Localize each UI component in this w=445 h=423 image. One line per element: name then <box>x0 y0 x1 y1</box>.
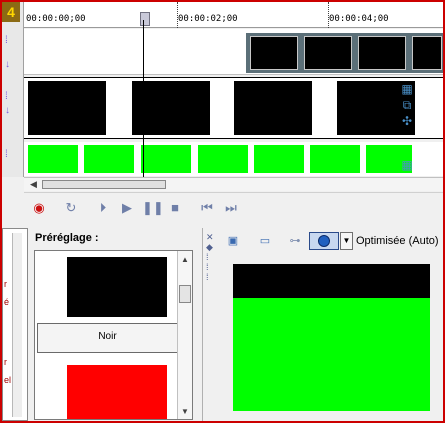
playhead-handle[interactable] <box>140 12 150 26</box>
playhead-line <box>143 20 144 190</box>
clip-frame <box>304 36 352 70</box>
track-expand-icon[interactable]: ⁞ <box>5 92 15 102</box>
crop-icon[interactable]: ⧉ <box>399 98 415 112</box>
scrollbar-thumb[interactable] <box>179 285 191 303</box>
truncated-text: r <box>4 279 7 289</box>
preset-list[interactable]: Noir ▲ ▼ <box>34 250 193 420</box>
track-number-badge: 4 <box>2 2 20 22</box>
clip-frame[interactable] <box>28 145 78 173</box>
preset-pane: Préréglage : Noir ▲ ▼ <box>31 228 198 421</box>
overlay-track[interactable] <box>24 29 443 75</box>
preview-settings-icon[interactable]: ▣ <box>225 233 241 249</box>
clip-frame[interactable] <box>28 81 106 135</box>
left-collapsed-pane: r é r el <box>2 228 28 421</box>
color-track[interactable]: ▦ <box>24 142 443 176</box>
ruler-label: 00:00:00;00 <box>26 14 86 24</box>
track-expand-icon[interactable]: ⁞ <box>5 150 15 160</box>
clip-frame[interactable] <box>254 145 304 173</box>
next-frame-icon[interactable]: ⏭ <box>222 199 240 217</box>
preset-label: Noir <box>37 323 178 353</box>
clip-frame[interactable] <box>141 145 191 173</box>
track-expand-icon[interactable]: ⁞ <box>5 36 15 46</box>
track-header-column: 4 ⁞ ↓ ⁞ ↓ ⁞ <box>2 2 24 177</box>
ruler-tick <box>328 2 329 28</box>
clip-frame[interactable] <box>234 81 312 135</box>
stop-icon[interactable]: ■ <box>166 199 184 217</box>
play-icon[interactable]: ▶ <box>118 199 136 217</box>
pause-icon[interactable]: ❚❚ <box>142 199 164 217</box>
truncated-text: el <box>4 375 12 385</box>
pan-icon[interactable]: ✣ <box>399 114 415 128</box>
ruler-tick <box>177 2 178 28</box>
overlay-clip[interactable] <box>246 33 443 73</box>
timeline-panel: 4 ⁞ ↓ ⁞ ↓ ⁞ 00:00:00;00 00:00:02;00 00:0… <box>2 2 443 224</box>
clip-frame <box>412 36 442 70</box>
track-arrow-icon[interactable]: ↓ <box>5 60 15 70</box>
preset-thumbnail[interactable] <box>67 257 167 317</box>
preview-screen <box>233 264 430 411</box>
scroll-up-icon[interactable]: ▲ <box>181 255 189 264</box>
preview-quality-button[interactable] <box>309 232 339 250</box>
timeline-scrollbar[interactable]: ◀ <box>24 177 443 191</box>
chevron-down-icon[interactable]: ▼ <box>340 232 353 250</box>
ruler-label: 00:00:02;00 <box>178 14 238 24</box>
preview-toolbar: ✕ ◆ ⁞ ⁞ ⁞ ▣ ▭ ⊶ ▼ Optimisée (Auto) <box>203 228 443 282</box>
scroll-down-icon[interactable]: ▼ <box>181 407 189 416</box>
clip-frame <box>358 36 406 70</box>
video-track[interactable]: ▦ ⧉ ✣ <box>24 77 443 139</box>
film-strip-icon[interactable]: ▦ <box>399 158 415 172</box>
preset-title: Préréglage : <box>35 232 99 244</box>
split-screen-icon[interactable]: ⊶ <box>287 233 303 249</box>
clip-frame[interactable] <box>84 145 134 173</box>
previous-frame-icon[interactable]: ⏮ <box>198 199 216 217</box>
truncated-text: é <box>4 297 10 307</box>
time-ruler[interactable]: 00:00:00;00 00:00:02;00 00:00:04;00 <box>24 2 443 28</box>
scroll-left-icon[interactable]: ◀ <box>30 179 37 190</box>
preset-thumbnail[interactable] <box>67 365 167 419</box>
film-strip-icon[interactable]: ▦ <box>399 82 415 96</box>
external-monitor-icon[interactable]: ▭ <box>257 233 273 249</box>
loop-icon[interactable]: ↻ <box>62 199 80 217</box>
track-arrow-icon[interactable]: ↓ <box>5 106 15 116</box>
play-from-start-icon[interactable]: ⏵ <box>94 199 112 217</box>
transport-bar: ◉ ↻ ⏵ ▶ ❚❚ ■ ⏮ ⏭ <box>24 192 443 222</box>
preset-scrollbar[interactable]: ▲ ▼ <box>177 251 192 419</box>
pane-grip-icon[interactable]: ✕ ◆ ⁞ ⁞ ⁞ <box>206 232 216 302</box>
clip-frame[interactable] <box>198 145 248 173</box>
scrollbar-thumb[interactable] <box>42 180 166 189</box>
record-icon[interactable]: ◉ <box>30 199 48 217</box>
left-scrollbar[interactable] <box>12 233 22 417</box>
clip-frame[interactable] <box>310 145 360 173</box>
quality-icon <box>318 235 330 247</box>
ruler-label: 00:00:04;00 <box>329 14 389 24</box>
clip-frame <box>250 36 298 70</box>
preview-frame-content <box>233 298 430 411</box>
truncated-text: r <box>4 357 7 367</box>
preview-quality-label[interactable]: Optimisée (Auto) <box>356 235 439 247</box>
vegas-window: 4 ⁞ ↓ ⁞ ↓ ⁞ 00:00:00;00 00:00:02;00 00:0… <box>0 0 445 423</box>
video-preview-pane: ✕ ◆ ⁞ ⁞ ⁞ ▣ ▭ ⊶ ▼ Optimisée (Auto) <box>202 228 443 421</box>
